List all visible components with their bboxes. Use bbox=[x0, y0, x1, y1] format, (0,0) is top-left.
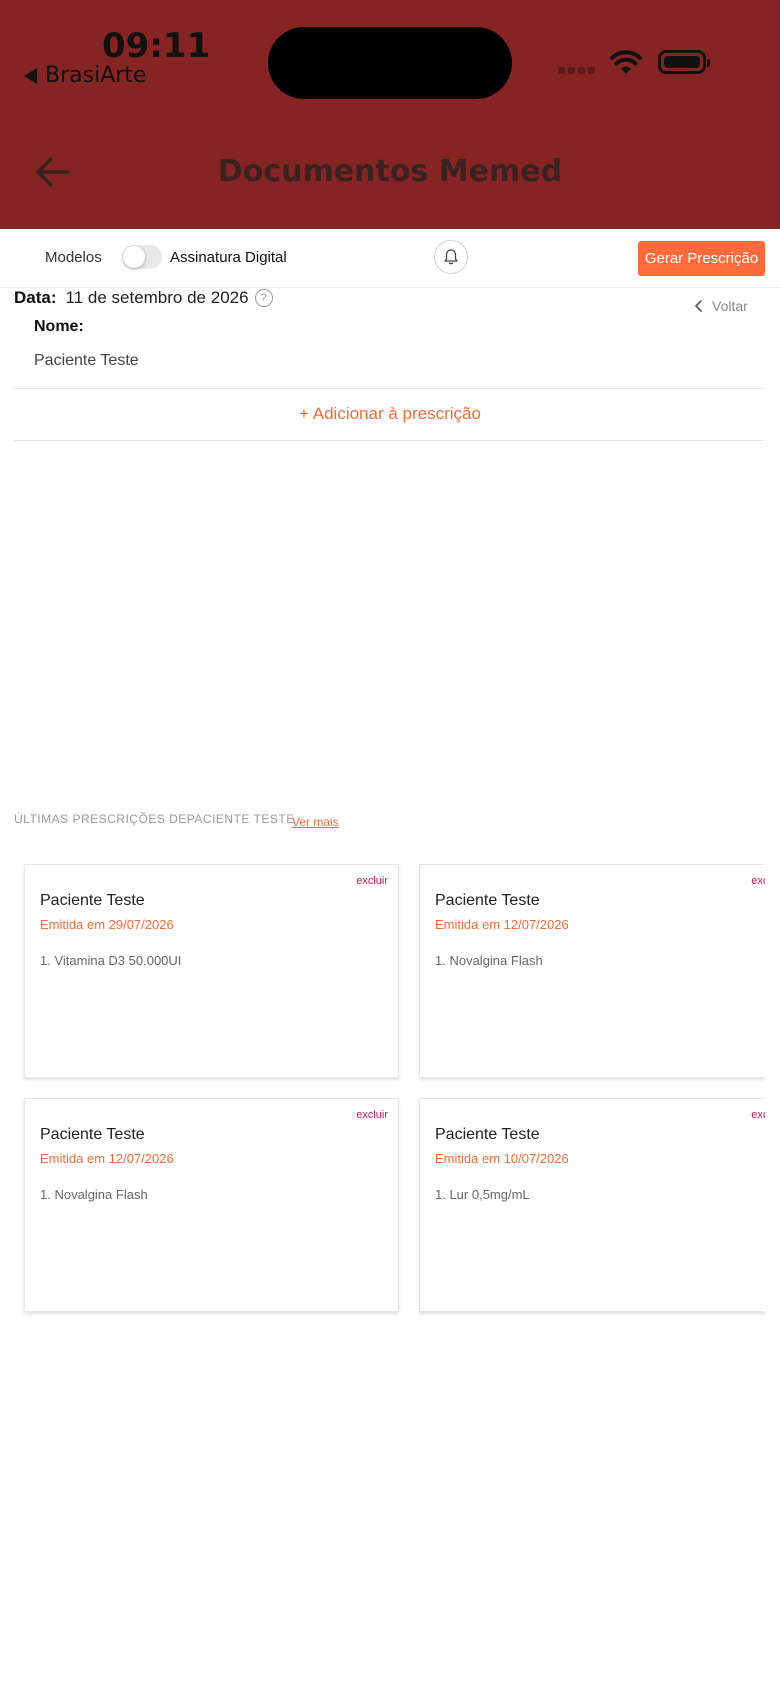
prescription-cards-list: excluir Paciente Teste Emitida em 29/07/… bbox=[14, 860, 765, 1320]
date-row: Data: 11 de setembro de 2026 ? bbox=[14, 288, 273, 308]
card-medication-item: 1. Lur 0,5mg/mL bbox=[435, 1187, 530, 1202]
help-icon[interactable]: ? bbox=[254, 289, 273, 307]
battery-icon bbox=[658, 50, 710, 74]
back-triangle-icon bbox=[24, 67, 37, 84]
prescription-card[interactable]: excluir Paciente Teste Emitida em 12/07/… bbox=[419, 864, 765, 1078]
assinatura-digital-toggle[interactable] bbox=[122, 245, 162, 269]
card-patient-name: Paciente Teste bbox=[435, 892, 540, 909]
voltar-link[interactable]: Voltar bbox=[694, 298, 748, 314]
chevron-left-icon bbox=[695, 300, 702, 312]
assinatura-digital-label: Assinatura Digital bbox=[170, 249, 287, 266]
back-to-app-link[interactable]: BrasiArte bbox=[24, 63, 146, 88]
excluir-link[interactable]: excluir bbox=[751, 1109, 765, 1121]
bell-icon bbox=[444, 249, 458, 265]
card-emitida-date: Emitida em 10/07/2026 bbox=[435, 1151, 569, 1166]
adicionar-prescricao-button[interactable]: + Adicionar à prescrição bbox=[0, 404, 780, 424]
card-patient-name: Paciente Teste bbox=[40, 1126, 145, 1143]
page-title: Documentos Memed bbox=[217, 154, 563, 189]
patient-name-value[interactable]: Paciente Teste bbox=[34, 352, 139, 370]
prescription-card[interactable]: excluir Paciente Teste Emitida em 29/07/… bbox=[24, 864, 399, 1078]
card-emitida-date: Emitida em 12/07/2026 bbox=[435, 917, 569, 932]
prescription-card[interactable]: excluir Paciente Teste Emitida em 10/07/… bbox=[419, 1098, 765, 1312]
ultimas-prescricoes-title: ÚLTIMAS PRESCRIÇÕES DEPACIENTE TESTE bbox=[14, 812, 295, 826]
excluir-link[interactable]: excluir bbox=[751, 875, 765, 887]
date-value[interactable]: 11 de setembro de 2026 bbox=[66, 288, 249, 308]
card-emitida-date: Emitida em 12/07/2026 bbox=[40, 1151, 174, 1166]
divider bbox=[14, 440, 765, 441]
excluir-link[interactable]: excluir bbox=[356, 1109, 388, 1121]
card-medication-item: 1. Vitamina D3 50.000UI bbox=[40, 953, 182, 968]
card-patient-name: Paciente Teste bbox=[435, 1126, 540, 1143]
modelos-link[interactable]: Modelos bbox=[45, 249, 102, 266]
prescription-card[interactable]: excluir Paciente Teste Emitida em 12/07/… bbox=[24, 1098, 399, 1312]
dynamic-island bbox=[268, 27, 512, 99]
gerar-prescricao-button[interactable]: Gerar Prescrição bbox=[638, 241, 765, 276]
card-medication-item: 1. Novalgina Flash bbox=[40, 1187, 148, 1202]
card-medication-item: 1. Novalgina Flash bbox=[435, 953, 543, 968]
card-patient-name: Paciente Teste bbox=[40, 892, 145, 909]
back-app-label: BrasiArte bbox=[45, 63, 147, 88]
voltar-label: Voltar bbox=[712, 298, 748, 314]
wifi-icon bbox=[610, 50, 642, 74]
app-header: 09:11 BrasiArte Documentos Memed bbox=[0, 0, 780, 229]
divider bbox=[14, 388, 765, 389]
status-time: 09:11 bbox=[102, 26, 211, 66]
patient-name-label: Nome: bbox=[34, 318, 84, 335]
cellular-signal-icon bbox=[558, 67, 595, 74]
memed-toolbar: Modelos Assinatura Digital Gerar Prescri… bbox=[0, 229, 780, 288]
ver-mais-link[interactable]: Ver mais bbox=[292, 815, 339, 829]
card-emitida-date: Emitida em 29/07/2026 bbox=[40, 917, 174, 932]
excluir-link[interactable]: excluir bbox=[356, 875, 388, 887]
notifications-button[interactable] bbox=[434, 240, 468, 274]
date-label: Data: bbox=[14, 288, 57, 307]
